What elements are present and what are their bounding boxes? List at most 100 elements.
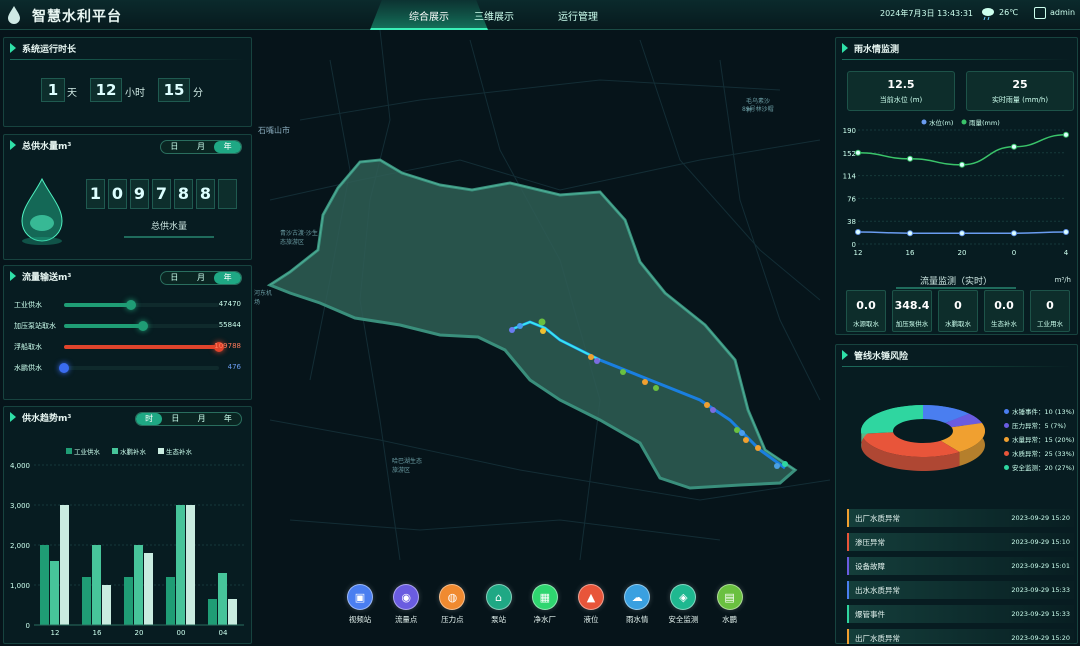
flow-point-icon[interactable]: ◉ [393,584,420,610]
bar[interactable] [124,577,133,625]
water-level-icon[interactable]: ▲ [578,584,604,610]
period-year[interactable]: 年 [215,413,241,425]
map-label-city: 石嘴山市 [258,126,290,135]
risk-legend-label: 水质异常：25 (33%) [1012,450,1075,458]
period-day[interactable]: 日 [161,141,188,153]
y-tick-label: 0 [26,622,30,630]
user-name[interactable]: admin [1050,8,1075,17]
map-layer-button[interactable]: ▲ 液位 [571,584,611,625]
risk-legend-item: 水锤事件：10 (13%) [1004,406,1074,416]
alarm-item[interactable]: 爆管事件 2023-09-29 15:33 [847,605,1074,623]
period-year[interactable]: 年 [214,272,241,284]
bar[interactable] [218,573,227,625]
map-layer-button[interactable]: ▤ 水鹏 [710,584,750,625]
bar[interactable] [92,545,101,625]
bar[interactable] [134,545,143,625]
bar[interactable] [228,599,237,625]
flow-item-value: 109788 [214,342,241,350]
y-tick-label: 2,000 [10,542,30,550]
map-layer-label: 压力点 [441,615,464,624]
flow-monitor-value: 0.0 [856,299,876,312]
map-layer-button[interactable]: ▣ 视频站 [340,584,380,625]
flow-item-value: 55844 [218,321,241,329]
risk-legend-item: 水量异常：15 (20%) [1004,434,1074,444]
bar[interactable] [186,505,195,625]
water-plant-icon[interactable]: ▦ [531,584,558,610]
data-point[interactable] [1011,143,1017,150]
flow-monitor-card: 348.4 加压泵供水 [892,290,932,332]
supply-period-toggle[interactable]: 日 月 年 [160,140,242,154]
trend-period-toggle[interactable]: 时 日 月 年 [135,412,242,426]
alarm-item[interactable]: 渗压异常 2023-09-29 15:10 [847,533,1074,551]
map-layer-label: 净水厂 [533,615,557,624]
flow-monitor-label: 水鹏取水 [945,320,971,328]
bar[interactable] [50,561,59,625]
data-point[interactable] [959,230,965,237]
data-point[interactable] [907,155,913,162]
y-tick-label: 4,000 [10,462,30,470]
tab-overview[interactable]: 综合展示 [370,0,488,30]
video-station-icon[interactable]: ▣ [347,584,373,610]
data-point[interactable] [1063,131,1069,138]
map-layer-button[interactable]: ⌂ 泵站 [479,584,519,625]
tab-3d-view[interactable]: 三维展示 [474,8,514,23]
pump-station-icon[interactable]: ⌂ [485,584,512,610]
data-point[interactable] [1063,229,1069,235]
bar[interactable] [82,577,91,625]
flow-item-label: 加压泵站取水 [14,322,56,330]
bar[interactable] [176,505,185,625]
legend-dot [921,119,927,125]
period-month[interactable]: 月 [188,272,215,284]
bar[interactable] [60,505,69,625]
flow-title: 流量输送m³ [10,270,71,286]
bar[interactable] [166,577,175,625]
supply-digit: 0 [108,179,127,209]
map-layer-button[interactable]: ☁ 雨水情 [617,584,657,625]
period-hour[interactable]: 时 [136,413,163,425]
period-day[interactable]: 日 [161,272,188,284]
data-point[interactable] [907,230,913,237]
period-month[interactable]: 月 [188,141,215,153]
risk-legend-item: 水质异常：25 (33%) [1004,448,1074,458]
map-layer-button[interactable]: ▦ 净水厂 [525,584,565,625]
alarm-item[interactable]: 出厂水质异常 2023-09-29 15:20 [847,509,1074,527]
pressure-point-icon[interactable]: ◍ [439,584,466,610]
map-label-forest-2: 89号林沙帽 [742,106,774,113]
data-point[interactable] [855,149,861,156]
supply-trend-chart: 工业供水 水鹏补水 生态补水 0 1,000 2,000 3,000 4,000 12 16 20 0… [10,447,244,637]
water-canopy-icon[interactable]: ▤ [716,584,743,610]
safety-monitor-icon[interactable]: ◈ [670,584,697,610]
bar[interactable] [208,599,217,625]
period-month[interactable]: 月 [189,413,215,425]
bar[interactable] [144,553,153,625]
map-layer-button[interactable]: ◍ 压力点 [432,584,472,625]
data-point[interactable] [1011,230,1017,237]
tab-operations[interactable]: 运行管理 [558,8,598,23]
bar[interactable] [40,545,49,625]
alarm-item[interactable]: 出厂水质异常 2023-09-29 15:20 [847,629,1074,644]
x-tick-label: 20 [135,629,144,637]
flow-panel: 流量输送m³ 日 月 年 工业供水 47470 加压泵站取水 55844 浮船取水 109… [3,265,252,400]
data-point[interactable] [855,229,861,235]
alarm-item[interactable]: 出水水质异常 2023-09-29 15:33 [847,581,1074,599]
user-avatar-icon[interactable] [1034,7,1046,19]
bar[interactable] [102,585,111,625]
supply-digit: 8 [174,179,193,209]
flow-period-toggle[interactable]: 日 月 年 [160,271,242,285]
data-point[interactable] [959,161,965,168]
period-day[interactable]: 日 [162,413,188,425]
legend-label: 雨量(mm) [969,119,1000,127]
legend-label: 水位(m) [929,118,953,127]
map-layer-button[interactable]: ◉ 流量点 [386,584,426,625]
map-layer-button[interactable]: ◈ 安全监测 [663,584,703,625]
alarm-title: 渗压异常 [855,538,885,547]
alarm-item[interactable]: 设备故障 2023-09-29 15:01 [847,557,1074,575]
rain-icon[interactable]: ☁ [624,584,651,610]
flow-item-label: 工业供水 [14,301,42,309]
period-year[interactable]: 年 [214,141,241,153]
x-tick-label: 20 [958,249,967,257]
alarm-title: 出厂水质异常 [855,634,900,643]
donut-slice[interactable] [861,405,923,434]
alarm-title: 爆管事件 [855,610,885,619]
rainfall-value: 25 [1012,78,1028,91]
